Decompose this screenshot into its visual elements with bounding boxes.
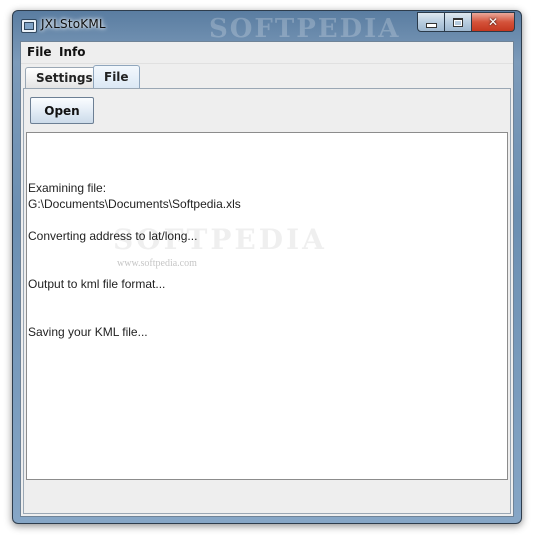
log-line: Examining file: xyxy=(28,181,107,195)
file-tab-panel: Open SOFTPEDIA www.softpedia.com Examini… xyxy=(23,88,511,514)
maximize-icon xyxy=(453,17,463,27)
tab-strip: Settings File xyxy=(21,65,513,89)
tab-settings[interactable]: Settings xyxy=(25,67,104,88)
client-area: File Info Settings File Open SOFTPEDIA w… xyxy=(20,41,514,517)
caption-buttons: ✕ xyxy=(417,12,515,32)
menu-file[interactable]: File xyxy=(27,45,52,59)
app-icon[interactable] xyxy=(21,19,37,33)
log-line: Converting address to lat/long... xyxy=(28,229,198,243)
log-line: Saving your KML file... xyxy=(28,325,148,339)
tab-file[interactable]: File xyxy=(93,65,140,88)
log-line: G:\Documents\Documents\Softpedia.xls xyxy=(28,197,241,211)
minimize-icon xyxy=(425,23,437,28)
minimize-button[interactable] xyxy=(417,12,445,32)
watermark-url: www.softpedia.com xyxy=(117,258,197,269)
open-button[interactable]: Open xyxy=(30,97,94,124)
menu-info[interactable]: Info xyxy=(59,45,85,59)
app-window: JXLStoKML SOFTPEDIA ✕ File Info Settings… xyxy=(12,10,522,524)
title-bar[interactable]: JXLStoKML SOFTPEDIA ✕ xyxy=(13,11,521,44)
close-button[interactable]: ✕ xyxy=(472,12,515,32)
window-title: JXLStoKML xyxy=(41,17,106,31)
close-icon: ✕ xyxy=(487,15,499,29)
title-watermark: SOFTPEDIA xyxy=(209,14,401,44)
status-strip xyxy=(26,481,506,509)
log-line: Output to kml file format... xyxy=(28,277,166,291)
log-text-area[interactable]: SOFTPEDIA www.softpedia.com Examining fi… xyxy=(26,132,508,480)
menu-bar: File Info xyxy=(21,42,513,64)
maximize-button[interactable] xyxy=(445,12,472,32)
